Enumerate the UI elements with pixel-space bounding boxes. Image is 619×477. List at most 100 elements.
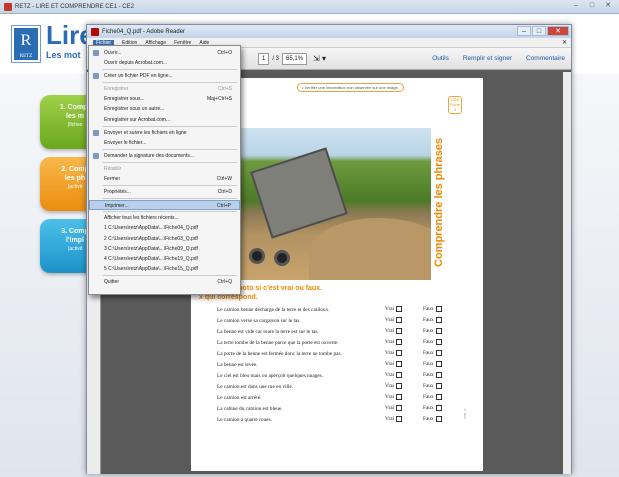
vertical-title: Comprendre les phrases bbox=[433, 138, 445, 268]
vrai-checkbox[interactable]: Vrai bbox=[385, 394, 423, 401]
menu-item-shortcut: Ctrl+O bbox=[217, 50, 232, 56]
menu-item-shortcut: Ctrl+D bbox=[217, 189, 232, 196]
file-menu-item[interactable]: Afficher tous les fichiers récents... bbox=[89, 213, 240, 223]
file-menu-item[interactable]: Ouvrir... Ctrl+O bbox=[89, 48, 240, 58]
file-menu-item[interactable]: 5 C:\Users\retz\AppData\...\Fiche15_Q.pd… bbox=[89, 264, 240, 274]
menu-separator bbox=[103, 125, 237, 127]
statement-row: La benne est levée. Vrai Faux bbox=[217, 359, 467, 370]
faux-checkbox[interactable]: Faux bbox=[423, 394, 461, 401]
file-menu-item[interactable]: Fermer Ctrl+W bbox=[89, 174, 240, 184]
menu-item-label: 5 C:\Users\retz\AppData\...\Fiche15_Q.pd… bbox=[104, 265, 198, 272]
file-menu-item[interactable]: Envoyer et suivre les fichiers en ligne bbox=[89, 128, 240, 138]
faux-checkbox[interactable]: Faux bbox=[423, 306, 461, 313]
vrai-checkbox[interactable]: Vrai bbox=[385, 361, 423, 368]
menubar-close-icon[interactable]: ✕ bbox=[562, 39, 567, 46]
faux-checkbox[interactable]: Faux bbox=[423, 328, 461, 335]
instruction-line2: x qui correspond. bbox=[199, 294, 258, 301]
file-menu-item: Rétablir bbox=[89, 164, 240, 174]
menu-separator bbox=[103, 69, 237, 71]
menu-button-2-line2: les ph bbox=[64, 175, 86, 182]
statement-text: Le ciel est bleu mais on aperçoit quelqu… bbox=[217, 372, 324, 379]
menu-item-label: 2 C:\Users\retz\AppData\...\Fiche03_Q.pd… bbox=[104, 235, 198, 242]
statement-row: Le camion est dans une rue en ville. Vrai… bbox=[217, 381, 467, 392]
faux-checkbox[interactable]: Faux bbox=[423, 405, 461, 412]
file-menu-item[interactable]: 3 C:\Users\retz\AppData\...\Fiche09_Q.pd… bbox=[89, 244, 240, 254]
faux-checkbox[interactable]: Faux bbox=[423, 372, 461, 379]
retz-logo: R RETZ bbox=[12, 26, 40, 62]
statement-row: Le camion verse sa cargaison sur le tas.… bbox=[217, 315, 467, 326]
menu-item-icon bbox=[93, 73, 99, 80]
close-icon[interactable]: ✕ bbox=[601, 1, 615, 11]
statement-row: La porte de la benne est fermée donc la … bbox=[217, 348, 467, 359]
statement-row: Le ciel est bleu mais on aperçoit quelqu… bbox=[217, 370, 467, 381]
app-icon bbox=[4, 2, 12, 11]
menu-item-label: Rétablir bbox=[104, 165, 122, 172]
file-menu-item[interactable]: Imprimer... Ctrl+P bbox=[89, 200, 240, 211]
menu-separator bbox=[103, 148, 237, 150]
menu-item-icon bbox=[93, 152, 99, 159]
fill-sign-link[interactable]: Remplir et signer bbox=[463, 55, 512, 62]
file-menu-item[interactable]: Quitter Ctrl+Q bbox=[89, 277, 240, 287]
tools-link[interactable]: Outils bbox=[432, 55, 449, 62]
vrai-checkbox[interactable]: Vrai bbox=[385, 372, 423, 379]
statement-row: Le camion benne décharge de la terre et … bbox=[217, 304, 467, 315]
file-menu-item[interactable]: Enregistrer sous un autre... bbox=[89, 104, 240, 114]
zoom-select[interactable]: 65,1% bbox=[282, 52, 308, 65]
file-menu-item[interactable]: Enregistrer sous... Maj+Ctrl+S bbox=[89, 94, 240, 104]
vrai-checkbox[interactable]: Vrai bbox=[385, 317, 423, 324]
file-menu-item: Enregistrer Ctrl+S bbox=[89, 84, 240, 94]
comment-link[interactable]: Commentaire bbox=[526, 55, 565, 62]
vrai-checkbox[interactable]: Vrai bbox=[385, 383, 423, 390]
menu-item-label: 3 C:\Users\retz\AppData\...\Fiche09_Q.pd… bbox=[104, 245, 198, 252]
menu-item-shortcut: Ctrl+Q bbox=[217, 278, 232, 285]
file-menu-item[interactable]: Enregistrer sur Acrobat.com... bbox=[89, 115, 240, 125]
file-menu-item[interactable]: Créer un fichier PDF en ligne... bbox=[89, 71, 240, 81]
file-menu-item[interactable]: Propriétés... Ctrl+D bbox=[89, 187, 240, 197]
vrai-checkbox[interactable]: Vrai bbox=[385, 306, 423, 313]
statement-row: La cabine du camion est bleue. Vrai Faux bbox=[217, 403, 467, 414]
minimize-icon[interactable]: – bbox=[569, 1, 583, 11]
menu-item-label: Envoyer le fichier... bbox=[104, 139, 147, 146]
file-menu-item[interactable]: Envoyer le fichier... bbox=[89, 138, 240, 148]
menu-button-1-line2: les m bbox=[66, 113, 84, 120]
faux-checkbox[interactable]: Faux bbox=[423, 383, 461, 390]
file-menu-item[interactable]: 4 C:\Users\retz\AppData\...\Fiche19_Q.pd… bbox=[89, 254, 240, 264]
vertical-scrollbar[interactable] bbox=[563, 72, 571, 474]
faux-checkbox[interactable]: Faux bbox=[423, 350, 461, 357]
reader-maximize-icon[interactable]: □ bbox=[532, 26, 546, 36]
menu-item-label: Enregistrer sous... bbox=[104, 96, 145, 103]
faux-checkbox[interactable]: Faux bbox=[423, 361, 461, 368]
pdf-icon bbox=[91, 27, 99, 36]
statement-text: La cabine du camion est bleue. bbox=[217, 405, 283, 412]
copyright-note: © Retz bbox=[463, 408, 467, 420]
menu-separator bbox=[103, 82, 237, 84]
vrai-checkbox[interactable]: Vrai bbox=[385, 405, 423, 412]
menu-item-label: Créer un fichier PDF en ligne... bbox=[104, 73, 173, 80]
faux-checkbox[interactable]: Faux bbox=[423, 317, 461, 324]
reader-minimize-icon[interactable]: – bbox=[517, 26, 531, 36]
menu-item-shortcut: Ctrl+P bbox=[216, 203, 231, 210]
tools-dropdown-icon[interactable]: ⇲ ▾ bbox=[313, 54, 326, 63]
vrai-checkbox[interactable]: Vrai bbox=[385, 339, 423, 346]
faux-checkbox[interactable]: Faux bbox=[423, 416, 461, 423]
vrai-checkbox[interactable]: Vrai bbox=[385, 328, 423, 335]
file-menu-item[interactable]: 2 C:\Users\retz\AppData\...\Fiche03_Q.pd… bbox=[89, 234, 240, 244]
reader-close-icon[interactable]: ✕ bbox=[547, 26, 569, 36]
menu-item-label: Envoyer et suivre les fichiers en ligne bbox=[104, 129, 187, 136]
statement-text: Le camion verse sa cargaison sur le tas. bbox=[217, 317, 301, 324]
statement-text: La benne est levée. bbox=[217, 361, 258, 368]
menu-button-3-line1: 3. Comp bbox=[61, 228, 89, 235]
truck-bed bbox=[250, 147, 348, 239]
file-menu-item[interactable]: Ouvrir depuis Acrobat.com... bbox=[89, 58, 240, 68]
vrai-checkbox[interactable]: Vrai bbox=[385, 350, 423, 357]
statement-text: La porte de la benne est fermée donc la … bbox=[217, 350, 342, 357]
menu-item-label: Demander la signature des documents... bbox=[104, 152, 195, 159]
faux-checkbox[interactable]: Faux bbox=[423, 339, 461, 346]
menu-separator bbox=[103, 161, 237, 163]
maximize-icon[interactable]: □ bbox=[585, 1, 599, 11]
vrai-checkbox[interactable]: Vrai bbox=[385, 416, 423, 423]
menu-item-label: Enregistrer sur Acrobat.com... bbox=[104, 116, 171, 123]
page-number-input[interactable]: 1 bbox=[258, 52, 270, 65]
file-menu-item[interactable]: 1 C:\Users\retz\AppData\...\Fiche04_Q.pd… bbox=[89, 223, 240, 233]
file-menu-item[interactable]: Demander la signature des documents... bbox=[89, 151, 240, 161]
